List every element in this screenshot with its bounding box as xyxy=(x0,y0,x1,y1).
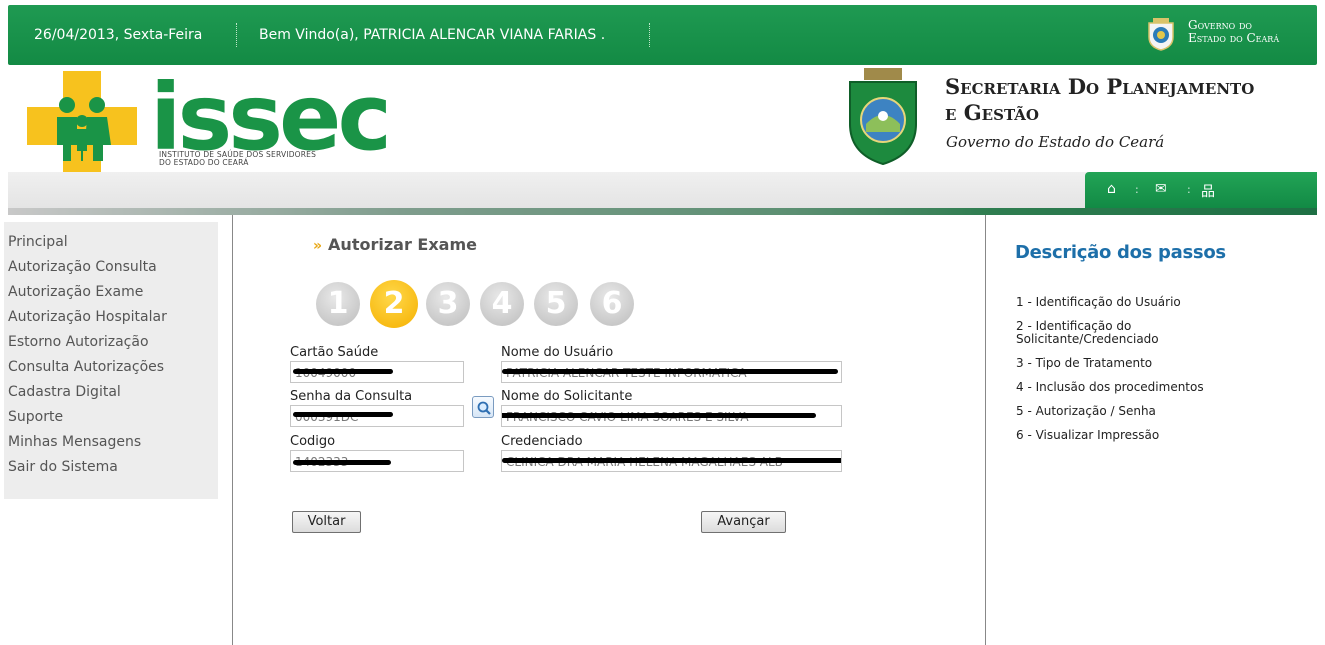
senha-consulta-label: Senha da Consulta xyxy=(290,389,413,404)
credenciado-field[interactable]: CLINICA DRA MARIA HELENA MAGALHAES ALB xyxy=(501,450,842,472)
nome-usuario-field[interactable]: PATRICIA ALENCAR TESTE INFORMATICA xyxy=(501,361,842,383)
back-button[interactable]: Voltar xyxy=(292,511,361,533)
column-divider xyxy=(985,215,986,645)
cartao-saude-field[interactable]: 10049000 xyxy=(290,361,464,383)
sidebar-item-minhas-mensagens[interactable]: Minhas Mensagens xyxy=(4,430,167,455)
description-step: 6 - Visualizar Impressão xyxy=(1016,428,1160,442)
secretaria-line-2: e Gestão xyxy=(945,100,1039,125)
redaction-mark xyxy=(293,412,393,417)
government-logo-text: Governo do Estado do Ceará xyxy=(1188,19,1279,45)
quick-links-bar: ⌂ : ✉ : 品 xyxy=(1085,172,1317,208)
divider: : xyxy=(1187,183,1191,196)
step-1: 1 xyxy=(316,282,360,326)
step-3: 3 xyxy=(426,282,470,326)
nome-solicitante-label: Nome do Solicitante xyxy=(501,389,633,404)
redaction-mark xyxy=(293,369,393,374)
issec-family-logo-icon xyxy=(27,71,137,181)
sidebar-item-suporte[interactable]: Suporte xyxy=(4,405,167,430)
step-2-active: 2 xyxy=(370,280,418,328)
page-title-text: Autorizar Exame xyxy=(328,235,477,254)
redaction-mark xyxy=(502,413,816,418)
magnifier-icon xyxy=(477,401,491,415)
secretaria-title: Secretaria Do Planejamento e Gestão xyxy=(945,74,1317,126)
credenciado-label: Credenciado xyxy=(501,434,583,449)
secretaria-line-1: Secretaria Do Planejamento xyxy=(945,74,1255,99)
redaction-mark xyxy=(502,458,841,463)
search-solicitante-button[interactable] xyxy=(472,396,494,418)
home-icon[interactable]: ⌂ xyxy=(1107,181,1116,197)
sidebar-item-consulta-autorizacoes[interactable]: Consulta Autorizações xyxy=(4,355,167,380)
welcome-message: Bem Vindo(a), PATRICIA ALENCAR VIANA FAR… xyxy=(259,27,606,43)
cartao-saude-label: Cartão Saúde xyxy=(290,345,379,360)
description-step: 2 - Identificação do Solicitante/Credenc… xyxy=(1016,319,1159,346)
step-6: 6 xyxy=(590,282,634,326)
description-step: 5 - Autorização / Senha xyxy=(1016,404,1156,418)
governo-subtitle: Governo do Estado do Ceará xyxy=(946,133,1165,151)
sidebar-item-estorno-autorizacao[interactable]: Estorno Autorização xyxy=(4,330,167,355)
mail-icon[interactable]: ✉ xyxy=(1155,181,1167,197)
government-seal-icon xyxy=(1148,18,1174,51)
sidebar-item-principal[interactable]: Principal xyxy=(4,230,167,255)
sidebar-item-sair-do-sistema[interactable]: Sair do Sistema xyxy=(4,455,167,480)
sitemap-icon[interactable]: 品 xyxy=(1201,181,1215,201)
double-chevron-icon: » xyxy=(313,238,323,254)
issec-subtitle-line-2: DO ESTADO DO CEARÁ xyxy=(159,158,249,167)
gov-line-2: Estado do Ceará xyxy=(1188,31,1280,45)
description-step: 4 - Inclusão dos procedimentos xyxy=(1016,380,1204,394)
divider xyxy=(649,23,650,47)
step-5: 5 xyxy=(534,282,578,326)
page-title: » Autorizar Exame xyxy=(313,235,477,254)
step-4: 4 xyxy=(480,282,524,326)
description-step: 3 - Tipo de Tratamento xyxy=(1016,356,1153,370)
redaction-mark xyxy=(502,369,838,374)
current-date: 26/04/2013, Sexta-Feira xyxy=(34,27,203,43)
codigo-field[interactable]: 1402333 xyxy=(290,450,464,472)
nome-usuario-label: Nome do Usuário xyxy=(501,345,614,360)
header-color-strip xyxy=(8,208,1317,215)
sidebar-item-autorizacao-hospitalar[interactable]: Autorização Hospitalar xyxy=(4,305,167,330)
column-divider xyxy=(232,215,233,645)
issec-subtitle: INSTITUTO DE SAÚDE DOS SERVIDORES DO EST… xyxy=(159,151,316,167)
divider xyxy=(236,23,237,47)
steps-description-title: Descrição dos passos xyxy=(1015,242,1226,263)
top-bar: 26/04/2013, Sexta-Feira Bem Vindo(a), PA… xyxy=(8,5,1317,65)
sidebar-item-cadastra-digital[interactable]: Cadastra Digital xyxy=(4,380,167,405)
senha-consulta-field[interactable]: 000391DC xyxy=(290,405,464,427)
sidebar-menu: Principal Autorização Consulta Autorização… xyxy=(4,222,218,499)
divider: : xyxy=(1135,183,1139,196)
state-coat-of-arms-icon xyxy=(849,68,917,166)
codigo-label: Codigo xyxy=(290,434,336,449)
sidebar-item-autorizacao-consulta[interactable]: Autorização Consulta xyxy=(4,255,167,280)
nome-solicitante-field[interactable]: FRANCISCO CAVIO LIMA SOARES E SILVA xyxy=(501,405,842,427)
sidebar-item-autorizacao-exame[interactable]: Autorização Exame xyxy=(4,280,167,305)
steps-description-list: 1 - Identificação do Usuário 2 - Identif… xyxy=(1016,296,1306,453)
description-step: 1 - Identificação do Usuário xyxy=(1016,295,1181,309)
next-button[interactable]: Avançar xyxy=(701,511,786,533)
redaction-mark xyxy=(293,460,391,465)
